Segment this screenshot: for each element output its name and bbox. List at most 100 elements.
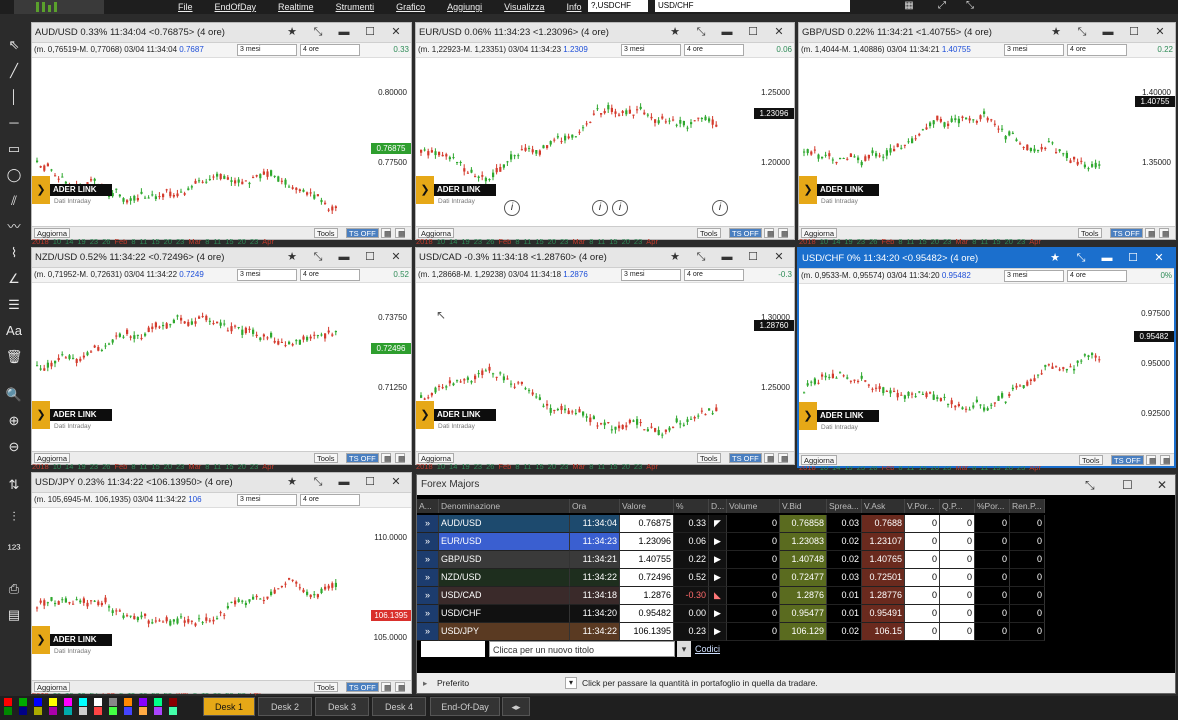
table-row[interactable]: » AUD/USD 11:34:04 0.76875 0.33 ◤ 0 0.76… [417, 515, 1045, 533]
vpor-cell[interactable]: 0 [905, 587, 940, 605]
info-icon[interactable]: i [592, 200, 608, 216]
channel-icon[interactable]: ⫽ [4, 192, 24, 210]
color-swatch[interactable] [139, 698, 147, 706]
color-swatch[interactable] [169, 707, 177, 715]
table-row[interactable]: » USD/CAD 11:34:18 1.2876 -0.30 ◣ 0 1.28… [417, 587, 1045, 605]
chart-panel-5[interactable]: USD/CAD -0.3% 11:34:18 <1.28760> (4 ore)… [415, 247, 795, 471]
denominazione-cell[interactable]: USD/CHF [439, 605, 570, 623]
price-axis[interactable]: 0.73750 0.71250 0.72496 [371, 283, 411, 461]
tools-button[interactable]: Tools [314, 228, 338, 238]
interval-select[interactable]: 4 ore [300, 44, 360, 56]
chart-panel-7[interactable]: USD/JPY 0.23% 11:34:22 <106.13950> (4 or… [31, 472, 412, 696]
period-select[interactable]: 3 mesi [1004, 270, 1064, 282]
qp-cell[interactable]: 0 [940, 533, 975, 551]
aggiorna-button[interactable]: Aggiorna [34, 682, 71, 692]
close-icon[interactable]: ✕ [383, 26, 409, 39]
star-icon[interactable]: ★ [1043, 26, 1069, 39]
chart-title[interactable]: USD/CHF 0% 11:34:20 <0.95482> (4 ore) ★ … [799, 249, 1174, 269]
column-header[interactable]: V.Bid [780, 499, 827, 513]
trash-icon[interactable]: 🗑 [4, 348, 24, 366]
qp-cell[interactable]: 0 [940, 623, 975, 641]
codici-link[interactable]: Codici [695, 641, 720, 657]
desk-scroll-icon[interactable]: ◂▸ [502, 697, 530, 716]
column-header[interactable]: Valore [620, 499, 674, 513]
color-swatch[interactable] [94, 698, 102, 706]
star-icon[interactable]: ★ [279, 476, 305, 489]
aggiorna-button[interactable]: Aggiorna [801, 455, 838, 465]
interval-select[interactable]: 4 ore [684, 269, 744, 281]
maximize-icon[interactable]: ☐ [1121, 26, 1147, 39]
period-select[interactable]: 3 mesi [237, 44, 297, 56]
color-swatch[interactable] [124, 707, 132, 715]
column-header[interactable]: Denominazione [439, 499, 570, 513]
vpor-cell[interactable]: 0 [905, 623, 940, 641]
column-header[interactable]: % [674, 499, 709, 513]
color-swatch[interactable] [34, 707, 42, 715]
color-swatch[interactable] [4, 698, 12, 706]
qp-cell[interactable]: 0 [940, 551, 975, 569]
denominazione-cell[interactable]: EUR/USD [439, 533, 570, 551]
freehand-icon[interactable]: 〰 [4, 218, 24, 236]
chart-title[interactable]: AUD/USD 0.33% 11:34:04 <0.76875> (4 ore)… [32, 23, 411, 43]
interval-select[interactable]: 4 ore [300, 494, 360, 506]
period-select[interactable]: 3 mesi [237, 494, 297, 506]
color-swatch[interactable] [49, 698, 57, 706]
chevron-right-icon[interactable]: ▸ [423, 673, 427, 693]
color-swatch[interactable] [154, 707, 162, 715]
menu-item-aggiungi[interactable]: Aggiungi [447, 0, 482, 14]
line-tool-icon[interactable]: ╱ [4, 62, 24, 80]
menu-item-grafico[interactable]: Grafico [396, 0, 425, 14]
chevron-right-icon[interactable]: ❯ [32, 401, 50, 429]
trader-link-badge[interactable]: ❯ ADER LINK Dati Intraday [799, 176, 881, 205]
zoom-out-icon[interactable]: ⊖ [4, 438, 24, 456]
chart-panel-2[interactable]: EUR/USD 0.06% 11:34:23 <1.23096> (4 ore)… [415, 22, 795, 246]
price-axis[interactable]: 0.97500 0.95000 0.92500 0.95482 [1134, 284, 1174, 462]
vpor-cell[interactable]: 0 [905, 569, 940, 587]
table-row[interactable]: » USD/JPY 11:34:22 106.1395 0.23 ▶ 0 106… [417, 623, 1045, 641]
star-icon[interactable]: ★ [279, 26, 305, 39]
minimize-icon[interactable]: ▬ [331, 251, 357, 264]
row-arrow-icon[interactable]: » [417, 587, 439, 605]
zoom-in-icon[interactable]: ⊕ [4, 412, 24, 430]
period-select[interactable]: 3 mesi [237, 269, 297, 281]
chevron-right-icon[interactable]: ❯ [799, 176, 817, 204]
menu-item-endofday[interactable]: EndOfDay [215, 0, 257, 14]
pin-icon[interactable]: ⤡ [1068, 252, 1094, 265]
chart-panel-4[interactable]: NZD/USD 0.52% 11:34:22 <0.72496> (4 ore)… [31, 247, 412, 471]
grid-icon[interactable]: ▦ [764, 228, 774, 238]
chart-title[interactable]: NZD/USD 0.52% 11:34:22 <0.72496> (4 ore)… [32, 248, 411, 268]
column-header[interactable]: Ora [570, 499, 620, 513]
minimize-icon[interactable]: ▬ [1094, 252, 1120, 265]
denominazione-cell[interactable]: USD/CAD [439, 587, 570, 605]
menu-item-strumenti[interactable]: Strumenti [336, 0, 375, 14]
desk-tab-2[interactable]: Desk 2 [258, 697, 312, 716]
ts-off-button[interactable]: TS OFF [729, 228, 762, 238]
tools-button[interactable]: Tools [314, 682, 338, 692]
ts-off-button[interactable]: TS OFF [1111, 455, 1144, 465]
pin-icon[interactable]: ⤡ [1069, 26, 1095, 39]
minimize-icon[interactable]: ▬ [331, 26, 357, 39]
chart-title[interactable]: USD/CAD -0.3% 11:34:18 <1.28760> (4 ore)… [416, 248, 794, 268]
color-swatch[interactable] [154, 698, 162, 706]
color-swatch[interactable] [49, 707, 57, 715]
column-header[interactable]: Sprea... [827, 499, 862, 513]
table-row[interactable]: » NZD/USD 11:34:22 0.72496 0.52 ▶ 0 0.72… [417, 569, 1045, 587]
table-row[interactable]: » EUR/USD 11:34:23 1.23096 0.06 ▶ 0 1.23… [417, 533, 1045, 551]
tools-button[interactable]: Tools [314, 453, 338, 463]
aggiorna-button[interactable]: Aggiorna [34, 453, 71, 463]
chevron-right-icon[interactable]: ❯ [416, 176, 434, 204]
period-select[interactable]: 3 mesi [621, 44, 681, 56]
ts-off-button[interactable]: TS OFF [346, 682, 379, 692]
preferito-select[interactable]: Preferito [437, 673, 469, 693]
star-icon[interactable]: ★ [279, 251, 305, 264]
candles-icon[interactable]: ⫶ [4, 508, 24, 526]
desk-tab-1[interactable]: Desk 1 [203, 697, 255, 716]
minimize-icon[interactable]: ▬ [1095, 26, 1121, 39]
row-arrow-icon[interactable]: » [417, 623, 439, 641]
row-arrow-icon[interactable]: » [417, 551, 439, 569]
color-swatch[interactable] [19, 707, 27, 715]
vpor-cell[interactable]: 0 [905, 605, 940, 623]
pin-icon[interactable]: ⤡ [305, 26, 331, 39]
maximize-icon[interactable]: ☐ [740, 251, 766, 264]
close-icon[interactable]: ✕ [1146, 252, 1172, 265]
